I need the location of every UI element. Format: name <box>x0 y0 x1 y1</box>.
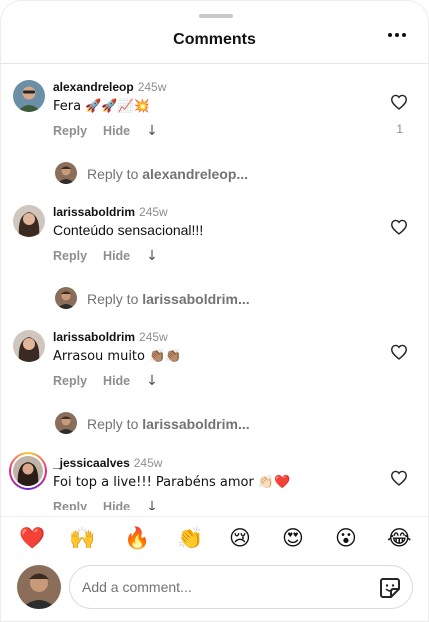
timestamp: 245w <box>139 330 168 344</box>
heart-outline-icon[interactable] <box>390 344 408 360</box>
comment-input-container <box>69 565 413 609</box>
reply-button[interactable]: Reply <box>53 124 87 138</box>
reply-to-row[interactable]: Reply to larissaboldrim... <box>1 412 428 438</box>
timestamp: 245w <box>139 205 168 219</box>
reaction-heart-eyes[interactable]: 😍 <box>282 526 304 550</box>
reaction-fire[interactable]: 🔥 <box>124 526 150 550</box>
reply-button[interactable]: Reply <box>53 249 87 263</box>
comment-input[interactable] <box>82 566 362 608</box>
reaction-crying[interactable]: 😢 <box>229 526 251 550</box>
comment-meta: _jessicaalves 245w <box>53 456 162 470</box>
avatar <box>17 565 61 609</box>
username[interactable]: larissaboldrim <box>53 205 135 219</box>
header: Comments <box>1 23 428 57</box>
reply-to-row[interactable]: Reply to alexandreleop... <box>1 162 428 188</box>
timestamp: 245w <box>133 456 163 470</box>
reply-prompt: Reply to alexandreleop... <box>87 166 249 182</box>
avatar[interactable] <box>13 330 45 362</box>
comment-text: Arrasou muito 👏🏽👏🏽 <box>53 349 182 364</box>
comment-actions: Reply Hide ↓ <box>53 248 158 264</box>
reaction-clap[interactable]: 👏 <box>177 526 203 550</box>
drag-handle[interactable] <box>199 14 233 18</box>
reply-prompt: Reply to larissaboldrim... <box>87 416 250 432</box>
comment-composer <box>1 563 428 613</box>
username[interactable]: _jessicaalves <box>53 456 130 470</box>
reply-button[interactable]: Reply <box>53 374 87 388</box>
heart-outline-icon[interactable] <box>390 470 408 486</box>
comment-meta: alexandreleop 245w <box>53 80 166 94</box>
reaction-laughing[interactable]: 😂 <box>387 526 412 550</box>
down-arrow-icon[interactable]: ↓ <box>146 373 158 389</box>
reply-prompt: Reply to larissaboldrim... <box>87 291 250 307</box>
reply-button[interactable]: Reply <box>53 500 87 510</box>
down-arrow-icon[interactable]: ↓ <box>146 123 158 139</box>
quick-reactions-bar: ❤️ 🙌 🔥 👏 😢 😍 😮 😂 <box>1 516 428 558</box>
comment-text: Foi top a live!!! Parabéns amor 👏🏻❤️ <box>53 475 291 490</box>
comment-actions: Reply Hide ↓ <box>53 373 158 389</box>
page-title: Comments <box>173 31 256 48</box>
sticker-icon[interactable] <box>378 576 402 600</box>
hide-button[interactable]: Hide <box>103 124 130 138</box>
avatar[interactable] <box>13 205 45 237</box>
avatar[interactable] <box>13 80 45 112</box>
heart-outline-icon[interactable] <box>390 219 408 235</box>
username[interactable]: larissaboldrim <box>53 330 135 344</box>
comment-actions: Reply Hide ↓ <box>53 123 158 139</box>
comment-actions: Reply Hide ↓ <box>53 499 158 510</box>
more-icon[interactable] <box>388 33 406 37</box>
timestamp: 245w <box>137 80 167 94</box>
heart-outline-icon[interactable] <box>390 94 408 110</box>
comment-text: Fera 🚀🚀📈💥 <box>53 99 150 114</box>
comments-sheet: Comments alexandreleop 245w Fera 🚀🚀📈💥 Rep… <box>0 0 429 622</box>
avatar <box>55 412 77 434</box>
reply-to-row[interactable]: Reply to larissaboldrim... <box>1 287 428 313</box>
hide-button[interactable]: Hide <box>103 500 130 510</box>
down-arrow-icon[interactable]: ↓ <box>146 248 158 264</box>
reaction-heart[interactable]: ❤️ <box>19 526 45 550</box>
avatar <box>55 287 77 309</box>
comment-meta: larissaboldrim 245w <box>53 330 168 344</box>
reaction-surprised[interactable]: 😮 <box>335 526 357 550</box>
comment-list[interactable]: alexandreleop 245w Fera 🚀🚀📈💥 Reply Hide ↓… <box>1 64 428 510</box>
username[interactable]: alexandreleop <box>53 80 134 94</box>
like-count: 1 <box>396 122 403 136</box>
hide-button[interactable]: Hide <box>103 374 130 388</box>
comment-meta: larissaboldrim 245w <box>53 205 168 219</box>
story-ring-avatar[interactable] <box>9 452 47 490</box>
avatar <box>55 162 77 184</box>
down-arrow-icon[interactable]: ↓ <box>146 499 158 510</box>
hide-button[interactable]: Hide <box>103 249 130 263</box>
reaction-raised-hands[interactable]: 🙌 <box>69 526 95 550</box>
comment-text: Conteúdo sensacional!!! <box>53 222 204 238</box>
